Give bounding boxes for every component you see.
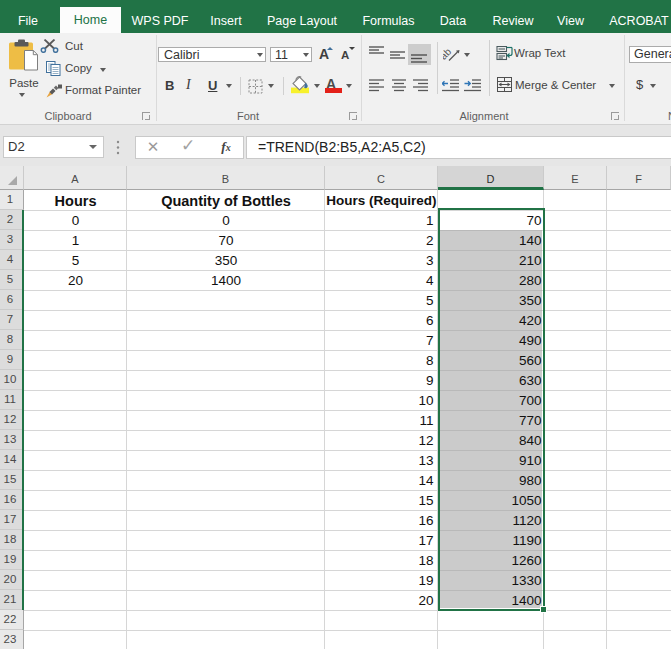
- svg-text:ab: ab: [443, 46, 454, 62]
